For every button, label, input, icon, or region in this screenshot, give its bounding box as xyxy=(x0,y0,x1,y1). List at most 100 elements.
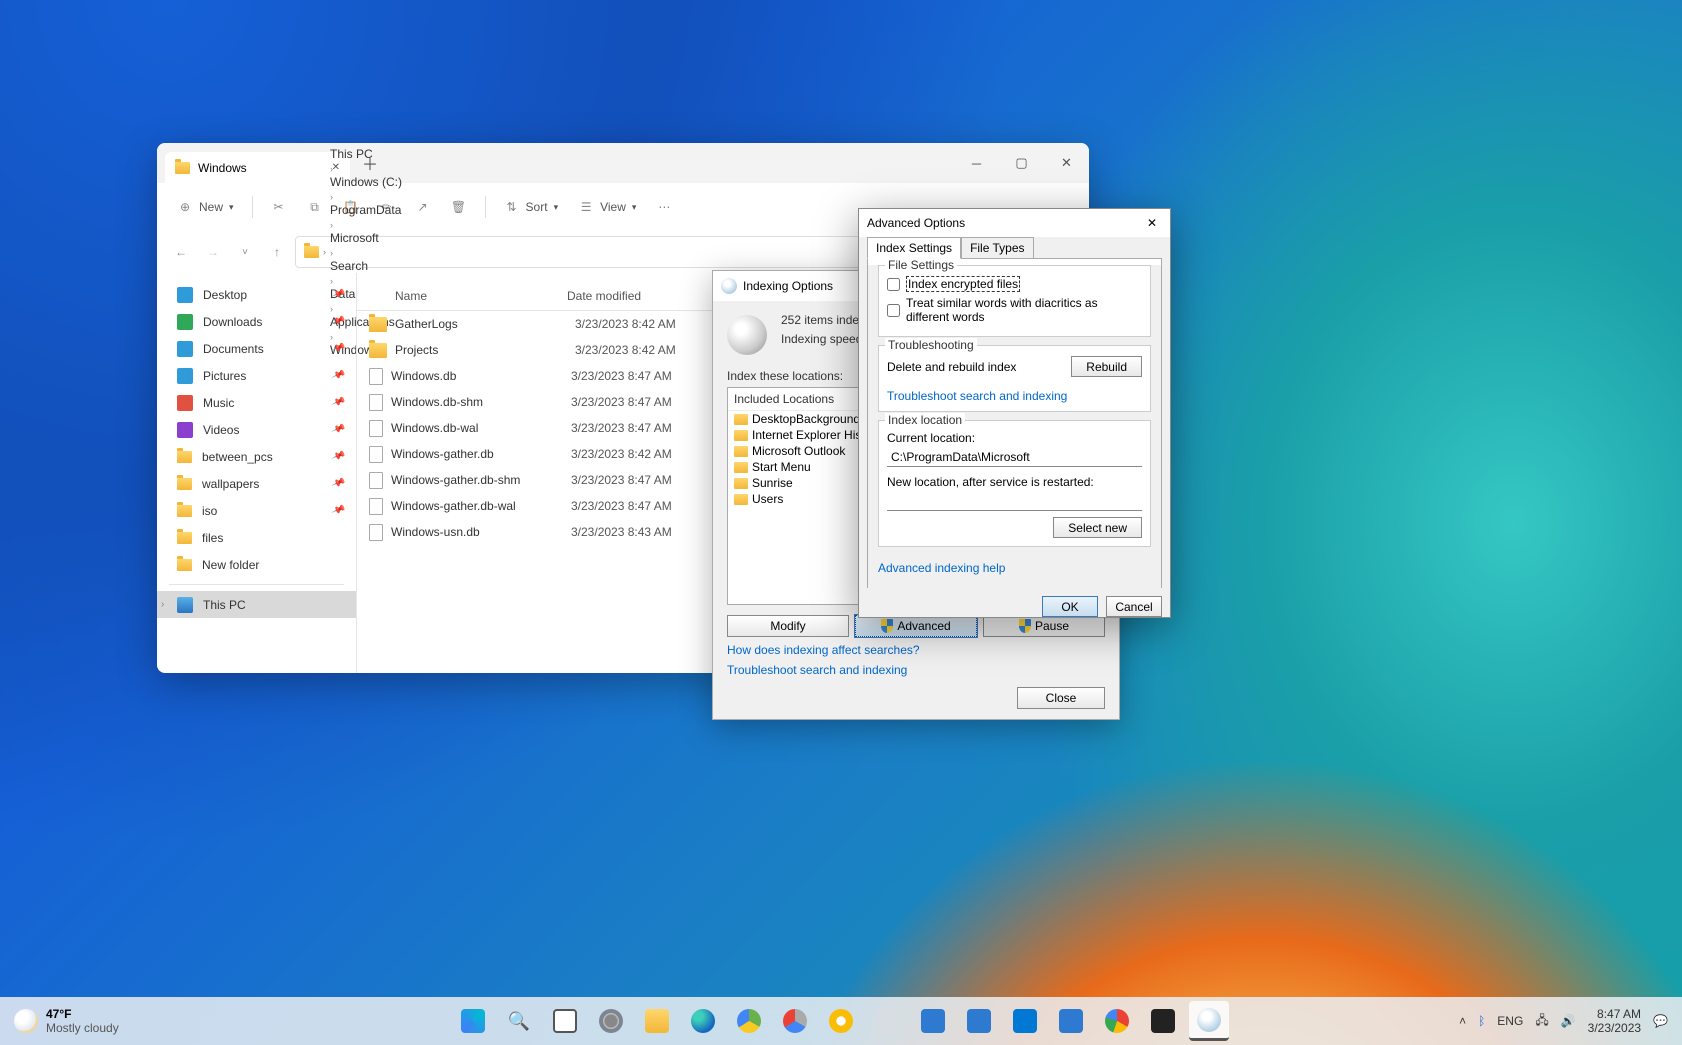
breadcrumb-segment[interactable]: Windows (C:) xyxy=(330,175,402,189)
pinned-app[interactable] xyxy=(913,1001,953,1041)
task-view-icon xyxy=(553,1009,577,1033)
close-button[interactable]: Close xyxy=(1017,687,1105,709)
column-header-name[interactable]: Name xyxy=(357,289,567,303)
breadcrumb-segment[interactable]: Microsoft xyxy=(330,231,402,245)
explorer-tab[interactable]: Windows ✕ xyxy=(165,152,350,183)
volume-icon[interactable]: 🔊 xyxy=(1561,1014,1576,1028)
folder-icon xyxy=(734,414,748,425)
task-view-button[interactable] xyxy=(545,1001,585,1041)
ok-button[interactable]: OK xyxy=(1042,596,1098,617)
edge-app[interactable] xyxy=(683,1001,723,1041)
cut-button[interactable]: ✂ xyxy=(263,191,295,223)
more-icon: ⋯ xyxy=(656,199,672,215)
advanced-options-window: Advanced Options ✕ Index Settings File T… xyxy=(858,208,1171,618)
windows-icon xyxy=(461,1009,485,1033)
view-button[interactable]: ☰View▾ xyxy=(570,191,644,223)
title-bar[interactable]: Advanced Options ✕ xyxy=(859,209,1170,237)
sidebar-item[interactable]: between_pcs📌 xyxy=(157,443,356,470)
bluetooth-icon[interactable]: ᛒ xyxy=(1478,1014,1485,1028)
checkbox-input[interactable] xyxy=(887,304,900,317)
sidebar-icon xyxy=(177,395,193,411)
troubleshoot-link[interactable]: Troubleshoot search and indexing xyxy=(727,663,907,677)
file-explorer-app[interactable] xyxy=(637,1001,677,1041)
file-icon xyxy=(369,498,383,515)
delete-rebuild-label: Delete and rebuild index xyxy=(887,360,1016,374)
breadcrumb-segment[interactable]: ProgramData xyxy=(330,203,402,217)
sidebar-item[interactable]: iso📌 xyxy=(157,497,356,524)
pinned-app[interactable] xyxy=(867,1001,907,1041)
share-button[interactable]: ↗ xyxy=(407,191,439,223)
pinned-app[interactable] xyxy=(959,1001,999,1041)
close-icon[interactable]: ✕ xyxy=(1142,216,1162,230)
chrome-app[interactable] xyxy=(1097,1001,1137,1041)
indexing-options-app[interactable] xyxy=(1189,1001,1229,1041)
location-label: Users xyxy=(752,492,783,506)
rebuild-button[interactable]: Rebuild xyxy=(1071,356,1142,377)
file-name: Windows-gather.db-wal xyxy=(391,499,571,513)
cancel-button[interactable]: Cancel xyxy=(1106,596,1162,617)
breadcrumb-segment[interactable]: This PC xyxy=(330,147,402,161)
sidebar-item-label: This PC xyxy=(203,598,246,612)
sidebar-item[interactable]: Desktop📌 xyxy=(157,281,356,308)
sidebar-item[interactable]: Music📌 xyxy=(157,389,356,416)
chrome-beta-app[interactable] xyxy=(729,1001,769,1041)
tab-index-settings[interactable]: Index Settings xyxy=(867,237,961,259)
sort-button[interactable]: ⇅Sort▾ xyxy=(496,191,567,223)
pinned-app[interactable] xyxy=(1051,1001,1091,1041)
close-window-button[interactable]: ✕ xyxy=(1044,143,1089,183)
recent-locations-button[interactable]: ˅ xyxy=(231,238,259,266)
sidebar-item[interactable]: Pictures📌 xyxy=(157,362,356,389)
weather-icon xyxy=(14,1009,38,1033)
clock[interactable]: 8:47 AM 3/23/2023 xyxy=(1588,1007,1641,1036)
select-new-button[interactable]: Select new xyxy=(1053,517,1142,538)
sidebar-item[interactable]: files xyxy=(157,524,356,551)
delete-button[interactable]: 🗑 xyxy=(443,191,475,223)
start-button[interactable] xyxy=(453,1001,493,1041)
copy-button[interactable]: ⧉ xyxy=(299,191,331,223)
maximize-button[interactable]: ▢ xyxy=(999,143,1044,183)
date-text: 3/23/2023 xyxy=(1588,1021,1641,1035)
checkbox-label: Index encrypted files xyxy=(906,276,1020,292)
weather-widget[interactable]: 47°F Mostly cloudy xyxy=(0,1007,133,1035)
minimize-button[interactable]: ─ xyxy=(954,143,999,183)
up-button[interactable]: ↑ xyxy=(263,238,291,266)
language-indicator[interactable]: ENG xyxy=(1497,1014,1523,1028)
new-button[interactable]: ⊕New▾ xyxy=(169,191,242,223)
file-date: 3/23/2023 8:43 AM xyxy=(571,525,672,539)
current-location-label: Current location: xyxy=(887,431,1142,445)
sidebar-item[interactable]: Videos📌 xyxy=(157,416,356,443)
chrome-dev-app[interactable] xyxy=(775,1001,815,1041)
sidebar-item[interactable]: Downloads📌 xyxy=(157,308,356,335)
vscode-app[interactable] xyxy=(1005,1001,1045,1041)
app-icon xyxy=(921,1009,945,1033)
advanced-help-link[interactable]: Advanced indexing help xyxy=(878,561,1005,575)
search-options-icon xyxy=(721,278,737,294)
settings-app[interactable] xyxy=(591,1001,631,1041)
terminal-app[interactable] xyxy=(1143,1001,1183,1041)
explorer-tab-strip: Windows ✕ ＋ ─ ▢ ✕ xyxy=(157,143,1089,183)
location-label: Microsoft Outlook xyxy=(752,444,845,458)
chrome-canary-app[interactable] xyxy=(821,1001,861,1041)
folder-icon xyxy=(734,478,748,489)
sidebar-item[interactable]: wallpapers📌 xyxy=(157,470,356,497)
sidebar-item[interactable]: Documents📌 xyxy=(157,335,356,362)
tray-chevron-icon[interactable]: ˄ xyxy=(1459,1014,1466,1028)
diacritics-checkbox[interactable]: Treat similar words with diacritics as d… xyxy=(887,296,1142,324)
indexing-help-link[interactable]: How does indexing affect searches? xyxy=(727,643,920,657)
modify-button[interactable]: Modify xyxy=(727,615,849,637)
checkbox-input[interactable] xyxy=(887,278,900,291)
sidebar-item[interactable]: New folder xyxy=(157,551,356,578)
network-icon[interactable]: 🖧 xyxy=(1535,1011,1548,1032)
back-button[interactable]: ← xyxy=(167,238,195,266)
search-button[interactable]: 🔍 xyxy=(499,1001,539,1041)
troubleshoot-link[interactable]: Troubleshoot search and indexing xyxy=(887,389,1067,403)
more-button[interactable]: ⋯ xyxy=(648,191,680,223)
tab-panel: File Settings Index encrypted files Trea… xyxy=(867,258,1162,588)
tab-file-types[interactable]: File Types xyxy=(961,237,1033,259)
sidebar-item-label: Desktop xyxy=(203,288,247,302)
forward-button[interactable]: → xyxy=(199,238,227,266)
pin-icon: 📌 xyxy=(330,395,345,410)
notifications-icon[interactable]: 💬 xyxy=(1653,1014,1668,1028)
sidebar-this-pc[interactable]: › This PC xyxy=(157,591,356,618)
index-encrypted-checkbox[interactable]: Index encrypted files xyxy=(887,276,1142,292)
